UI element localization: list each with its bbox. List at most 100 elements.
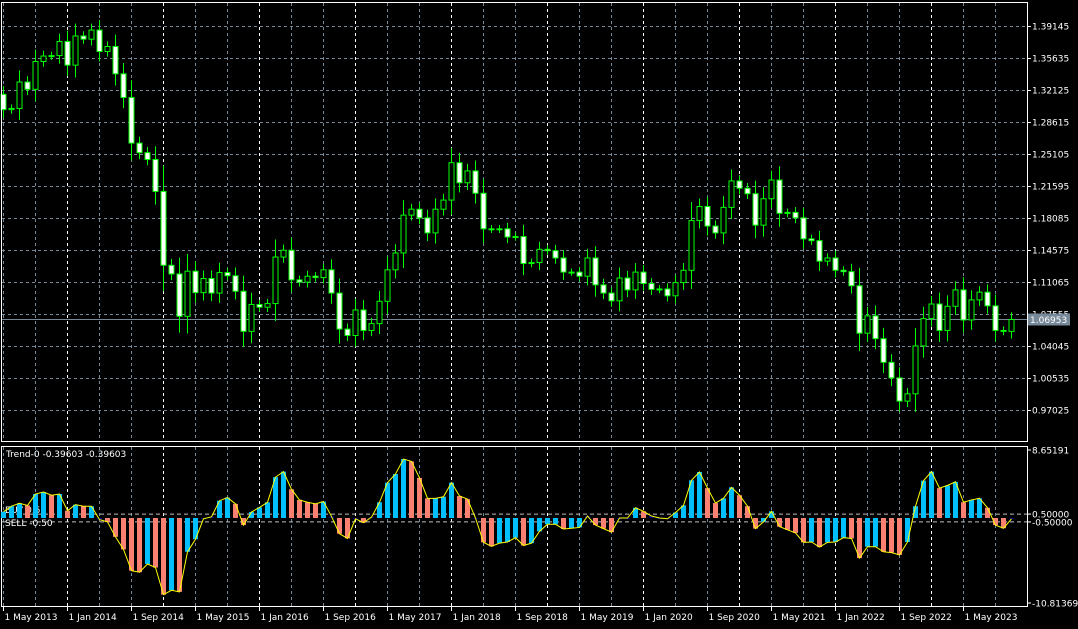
candle-body xyxy=(824,257,831,262)
histogram-bar xyxy=(889,518,894,553)
candle xyxy=(1008,312,1015,339)
candle xyxy=(104,41,111,57)
candle-body xyxy=(752,193,759,226)
level-label: SELL -0.50 xyxy=(5,519,53,529)
candle-body xyxy=(784,211,791,214)
candle-body xyxy=(624,277,631,291)
candle-body xyxy=(376,300,383,325)
candle-body xyxy=(64,40,71,66)
candle xyxy=(360,300,367,341)
histogram-bar xyxy=(505,518,510,542)
histogram-bar xyxy=(985,507,990,519)
candle-body xyxy=(952,289,959,307)
histogram-bar xyxy=(865,518,870,547)
candle-body xyxy=(768,179,775,200)
histogram-bar xyxy=(513,518,518,538)
histogram-bar xyxy=(153,518,158,568)
candle-body xyxy=(648,283,655,290)
candle xyxy=(152,146,159,205)
candle xyxy=(136,136,143,160)
candle xyxy=(848,263,855,294)
time-axis-label: 1 May 2021 xyxy=(773,613,826,623)
candle-body xyxy=(936,303,943,331)
candle-body xyxy=(800,217,807,240)
candle xyxy=(248,292,255,344)
histogram-bar xyxy=(737,495,742,519)
histogram-bar xyxy=(729,487,734,519)
current-price-value: 1.06953 xyxy=(1030,316,1067,326)
candle-body xyxy=(400,214,407,254)
histogram-bar xyxy=(945,485,950,519)
candle-body xyxy=(72,35,79,66)
time-axis-label: 1 Sep 2016 xyxy=(325,613,377,623)
histogram-bar xyxy=(185,518,190,552)
candle-body xyxy=(744,187,751,195)
candle xyxy=(640,265,647,291)
candle-body xyxy=(712,225,719,234)
candle xyxy=(280,244,287,263)
histogram-bar xyxy=(409,461,414,519)
histogram-bar xyxy=(337,518,342,534)
candle-body xyxy=(224,272,231,277)
candle-body xyxy=(288,249,295,281)
candle xyxy=(184,254,191,334)
histogram-bar xyxy=(433,498,438,519)
candle-body xyxy=(528,262,535,265)
candle xyxy=(936,292,943,343)
histogram-bar xyxy=(161,518,166,595)
candle xyxy=(720,196,727,245)
candle xyxy=(504,222,511,244)
candle-body xyxy=(656,288,663,291)
candle xyxy=(584,248,591,286)
candle xyxy=(32,49,39,102)
histogram-bar xyxy=(457,495,462,519)
histogram-bar xyxy=(897,518,902,555)
candle-body xyxy=(256,303,263,308)
candle-body xyxy=(992,305,999,331)
histogram-bar xyxy=(417,477,422,519)
histogram-bar xyxy=(49,495,54,519)
candle xyxy=(984,284,991,314)
candle xyxy=(536,241,543,271)
price-axis-label: 1.39145 xyxy=(1032,23,1069,33)
candle xyxy=(664,283,671,302)
candle-body xyxy=(616,277,623,302)
candle xyxy=(784,208,791,218)
histogram-bar xyxy=(969,499,974,519)
candle-body xyxy=(880,338,887,363)
candle xyxy=(560,250,567,280)
trading-chart[interactable]: 1.39145 1.35635 1.32125 1.28615 1.25105 1.215… xyxy=(0,0,1078,629)
candle xyxy=(128,80,135,161)
candle xyxy=(320,263,327,284)
candle xyxy=(408,203,415,221)
candle-body xyxy=(120,73,127,99)
candle xyxy=(336,278,343,344)
price-axis-label: 1.25105 xyxy=(1032,151,1069,161)
histogram-bar xyxy=(145,518,150,564)
candle xyxy=(952,281,959,315)
indicator-axis-label: -0.50000 xyxy=(1032,518,1073,528)
histogram-bar xyxy=(825,518,830,543)
candle xyxy=(696,198,703,229)
candle-body xyxy=(592,257,599,286)
candle-body xyxy=(408,208,415,216)
candle-body xyxy=(352,309,359,336)
time-axis-label: 1 Sep 2020 xyxy=(709,613,761,623)
candle-body xyxy=(704,205,711,227)
time-axis-label: 1 Sep 2018 xyxy=(517,613,569,623)
candle-body xyxy=(512,236,519,239)
candle xyxy=(232,267,239,300)
candle-body xyxy=(280,249,287,258)
candle xyxy=(432,198,439,244)
candle xyxy=(744,182,751,199)
histogram-bar xyxy=(937,488,942,519)
candle-body xyxy=(112,45,119,75)
candle-body xyxy=(664,288,671,297)
candle xyxy=(424,209,431,242)
candle-body xyxy=(368,323,375,331)
candle-body xyxy=(504,228,511,238)
histogram-bar xyxy=(425,498,430,519)
histogram-bar xyxy=(481,518,486,543)
candle xyxy=(80,31,87,44)
candle xyxy=(8,104,15,114)
